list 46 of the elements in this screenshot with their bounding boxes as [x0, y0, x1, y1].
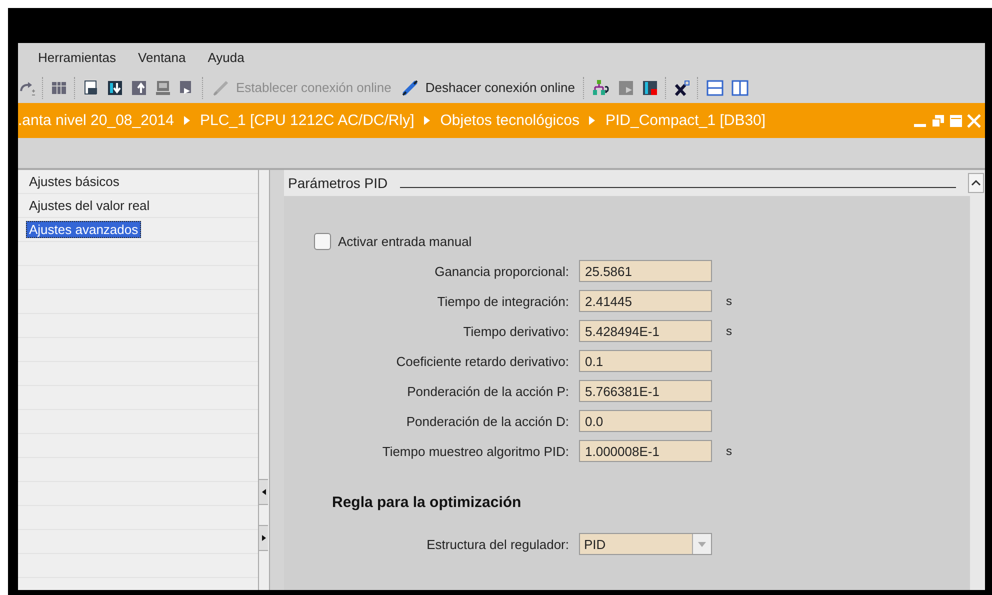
split-horizontal-icon[interactable] — [705, 78, 724, 96]
subsection-title: Regla para la optimización — [332, 494, 522, 511]
download-icon[interactable] — [106, 78, 124, 96]
sidebar-item[interactable]: Ajustes avanzados — [26, 221, 142, 238]
sidebar-item[interactable]: Ajustes del valor real — [26, 197, 153, 214]
menu-item[interactable]: Ventana — [138, 50, 186, 65]
unit-label: s — [726, 444, 733, 458]
compile-icon[interactable] — [82, 78, 100, 96]
input-field[interactable]: 2.41445 — [579, 290, 712, 312]
field-label: Coeficiente retardo derivativo: — [395, 354, 569, 368]
sidebar-item[interactable]: Ajustes básicos — [26, 173, 122, 190]
unit-label: s — [726, 294, 733, 308]
field-label: Tiempo muestreo algoritmo PID: — [381, 444, 569, 458]
upload-icon[interactable] — [130, 78, 148, 96]
network-help-icon[interactable] — [591, 78, 611, 96]
input-field[interactable]: 0.1 — [579, 350, 712, 372]
field-label: Tiempo de integración: — [436, 294, 569, 308]
dropdown[interactable]: PID — [579, 533, 712, 555]
split-vertical-icon[interactable] — [730, 78, 749, 96]
collapse-left-icon[interactable] — [259, 479, 268, 505]
field-label: Ganancia proporcional: — [434, 264, 569, 278]
monitor-icon[interactable] — [154, 78, 172, 96]
chevron-icon — [424, 116, 430, 125]
disconnect-online-button[interactable]: Deshacer conexión online — [399, 78, 577, 96]
menu-item[interactable]: Herramientas — [38, 50, 116, 65]
input-field[interactable]: 1.000008E-1 — [579, 440, 712, 462]
section-title: Parámetros PID — [288, 175, 388, 191]
field-label: Tiempo derivativo: — [462, 324, 569, 338]
field-label: Estructura del regulador: — [426, 536, 569, 552]
input-field[interactable]: 5.428494E-1 — [579, 320, 712, 342]
input-field[interactable]: 0.0 — [579, 410, 712, 432]
chevron-icon — [184, 116, 190, 125]
field-label: Ponderación de la acción P: — [406, 384, 569, 398]
scroll-up-icon[interactable] — [968, 173, 984, 193]
start-simulation-icon[interactable] — [617, 78, 635, 96]
menu-item[interactable]: Ayuda — [208, 50, 244, 65]
input-field[interactable]: 5.766381E-1 — [579, 380, 712, 402]
expand-right-icon[interactable] — [259, 525, 268, 551]
stop-simulation-icon[interactable] — [641, 78, 659, 96]
checkbox-label: Activar entrada manual — [338, 234, 472, 248]
cross-icon[interactable] — [673, 78, 691, 96]
unit-label: s — [726, 324, 733, 338]
field-label: Ponderación de la acción D: — [405, 414, 569, 428]
input-field[interactable]: 25.5861 — [579, 260, 712, 282]
checkbox[interactable] — [314, 232, 331, 250]
chevron-icon — [589, 116, 596, 125]
